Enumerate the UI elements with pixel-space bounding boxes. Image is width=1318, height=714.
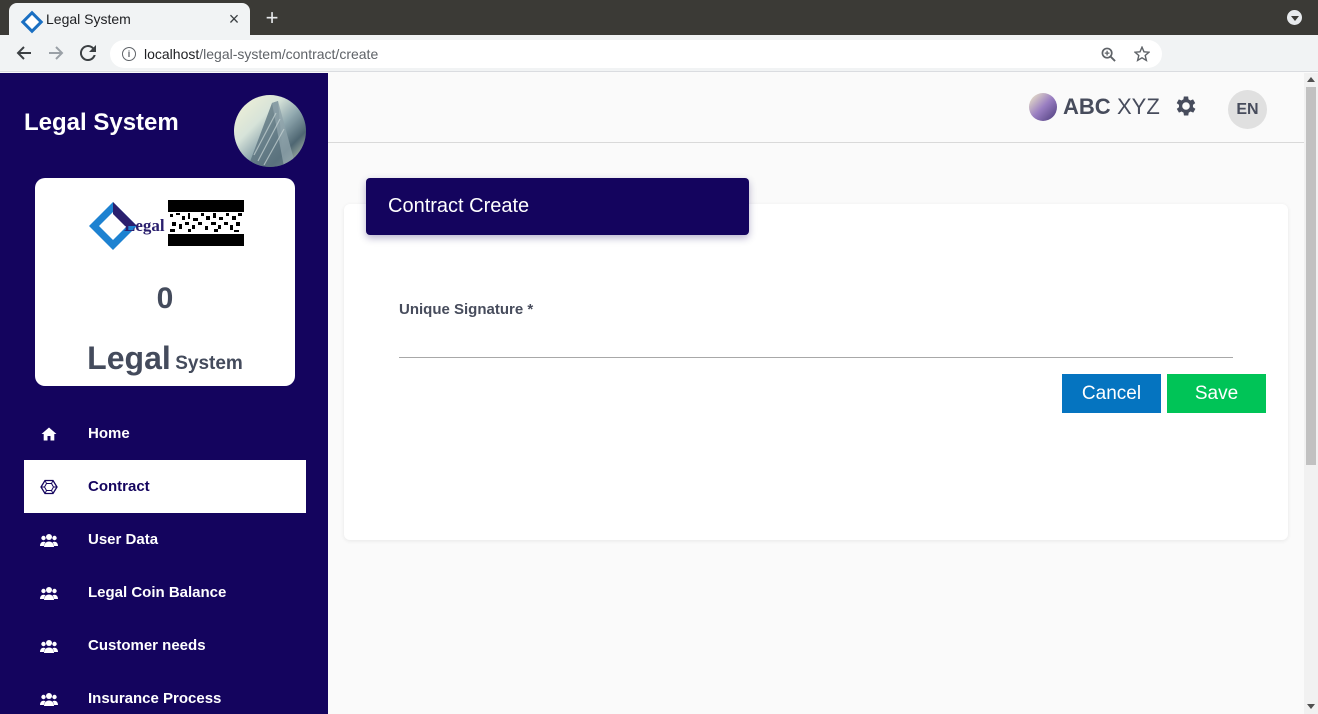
arrow-left-icon[interactable]: [11, 40, 37, 66]
favicon-icon: [22, 12, 36, 26]
cancel-button[interactable]: Cancel: [1062, 374, 1161, 413]
users-icon: [24, 691, 88, 707]
page-scrollbar[interactable]: [1304, 73, 1318, 714]
logo-text: Legal: [124, 216, 165, 235]
user-last-name[interactable]: XYZ: [1117, 94, 1160, 120]
save-button[interactable]: Save: [1167, 374, 1266, 413]
browser-toolbar: i localhost/legal-system/contract/create: [0, 35, 1318, 72]
unique-signature-input[interactable]: [399, 328, 1233, 358]
sidebar-item-label: User Data: [88, 531, 159, 548]
info-icon[interactable]: i: [122, 47, 136, 61]
users-icon: [24, 585, 88, 601]
sidebar-item-insurance-process[interactable]: Insurance Process: [24, 672, 306, 714]
sidebar-item-label: Home: [88, 425, 130, 442]
address-bar[interactable]: i localhost/legal-system/contract/create: [110, 40, 1162, 68]
zoom-icon[interactable]: [1098, 44, 1118, 64]
url-path: /legal-system/contract/create: [199, 46, 379, 62]
card-brand-name: Legal System: [35, 340, 295, 377]
sidebar-item-user-data[interactable]: User Data: [24, 513, 306, 566]
gear-icon[interactable]: [1173, 93, 1199, 119]
browser-tab-bar: Legal System × +: [0, 0, 1318, 35]
home-icon: [24, 426, 88, 442]
contract-form-card: [344, 204, 1288, 540]
brand-title: Legal System: [24, 109, 179, 136]
arrow-right-icon[interactable]: [43, 40, 69, 66]
top-header: ABC XYZ EN: [328, 73, 1304, 143]
users-icon: [24, 638, 88, 654]
sidebar-item-contract[interactable]: Contract: [24, 460, 306, 513]
browser-tab[interactable]: Legal System ×: [9, 3, 250, 35]
sidebar-item-label: Insurance Process: [88, 690, 222, 707]
user-first-name[interactable]: ABC: [1063, 94, 1111, 120]
sidebar-item-legal-coin-balance[interactable]: Legal Coin Balance: [24, 566, 306, 619]
legal-logo: Legal: [87, 200, 165, 252]
reload-icon[interactable]: [75, 40, 101, 66]
page-title: Contract Create: [366, 178, 749, 235]
scroll-thumb[interactable]: [1306, 87, 1316, 465]
sidebar-item-label: Legal Coin Balance: [88, 584, 227, 601]
sidebar-item-customer-needs[interactable]: Customer needs: [24, 619, 306, 672]
scroll-down-icon[interactable]: [1307, 704, 1315, 709]
language-button[interactable]: EN: [1228, 90, 1267, 129]
tab-title: Legal System: [46, 11, 131, 27]
url-host: localhost: [144, 46, 200, 62]
hexagon-icon: [24, 479, 88, 495]
card-brand-primary: Legal: [87, 340, 171, 376]
sidebar-nav: Home Contract User Data Legal Coin Balan…: [24, 407, 306, 714]
user-avatar[interactable]: [1029, 93, 1057, 121]
coin-count: 0: [156, 282, 174, 315]
sidebar-item-label: Contract: [88, 478, 150, 495]
sidebar-item-home[interactable]: Home: [24, 407, 306, 460]
sidebar-item-label: Customer needs: [88, 637, 206, 654]
tab-search-icon[interactable]: [1287, 10, 1302, 25]
star-icon[interactable]: [1132, 44, 1152, 64]
plus-icon[interactable]: +: [260, 5, 284, 30]
sidebar: Legal System Legal 0 Legal System Home C…: [0, 73, 328, 714]
profile-card: Legal 0 Legal System: [35, 178, 295, 386]
unique-signature-label: Unique Signature *: [399, 301, 534, 318]
card-brand-secondary: System: [175, 353, 243, 374]
avatar[interactable]: [234, 95, 306, 167]
scroll-up-icon[interactable]: [1307, 77, 1315, 82]
qr-code: [168, 200, 244, 246]
close-icon[interactable]: ×: [222, 7, 246, 31]
users-icon: [24, 532, 88, 548]
